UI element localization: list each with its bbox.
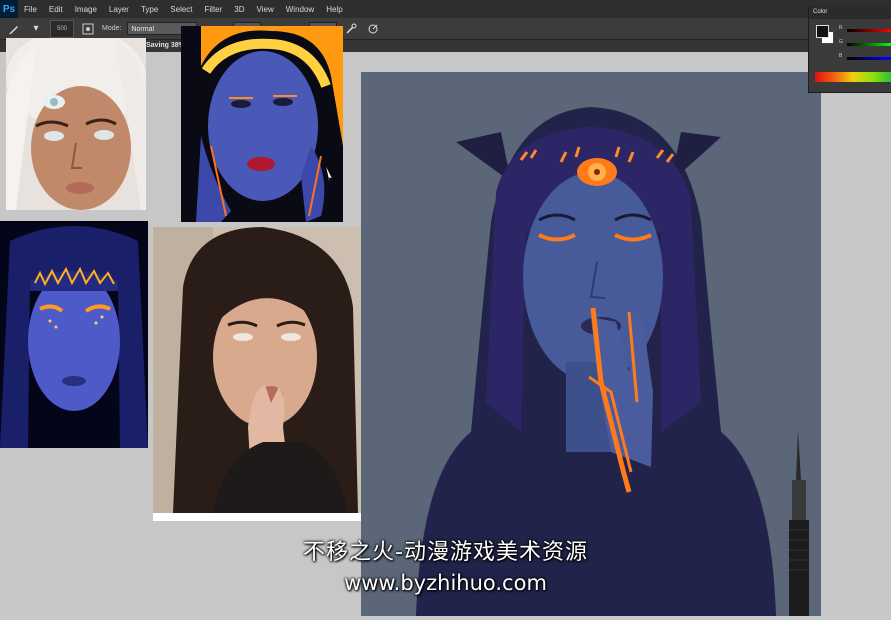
airbrush-icon[interactable]	[343, 22, 359, 36]
green-slider[interactable]: G	[839, 39, 891, 49]
menu-help[interactable]: Help	[320, 5, 348, 14]
chevron-down-icon[interactable]: ▾	[28, 22, 44, 36]
blue-slider[interactable]: B	[839, 53, 891, 63]
menu-view[interactable]: View	[251, 5, 280, 14]
menu-image[interactable]: Image	[69, 5, 103, 14]
watermark-title: 不移之火-动漫游戏美术资源	[303, 540, 588, 565]
menu-bar: Ps File Edit Image Layer Type Select Fil…	[0, 0, 891, 18]
green-slider-track[interactable]	[847, 43, 891, 46]
reference-photo-neon-hair	[181, 26, 343, 222]
options-bar: ▾ 500 Mode: Normal	[0, 18, 891, 40]
red-slider[interactable]: R	[839, 25, 891, 35]
menu-filter[interactable]: Filter	[199, 5, 229, 14]
brush-icon[interactable]	[6, 22, 22, 36]
foreground-color-swatch[interactable]	[816, 25, 829, 38]
red-slider-label: R	[839, 25, 843, 31]
color-panel: Color R G B	[808, 6, 891, 93]
menu-select[interactable]: Select	[164, 5, 198, 14]
red-slider-track[interactable]	[847, 29, 891, 32]
brush-panel-icon[interactable]	[80, 22, 96, 36]
menu-window[interactable]: Window	[280, 5, 320, 14]
tablet-pressure-icon[interactable]	[365, 22, 381, 36]
reference-photo-hand-pose	[153, 227, 366, 521]
blue-slider-label: B	[839, 53, 843, 59]
reference-photo-third-eye	[6, 38, 146, 210]
document-status: Saving 38%	[146, 42, 185, 49]
menu-3d[interactable]: 3D	[228, 5, 250, 14]
menu-edit[interactable]: Edit	[43, 5, 69, 14]
menu-layer[interactable]: Layer	[103, 5, 135, 14]
menu-type[interactable]: Type	[135, 5, 164, 14]
blue-slider-track[interactable]	[847, 57, 891, 60]
color-ramp[interactable]	[815, 72, 891, 82]
watermark-url: www.byzhihuo.com	[344, 571, 547, 595]
brush-size-picker[interactable]: 500	[50, 19, 74, 38]
reference-photo-glitter-lashes	[0, 221, 148, 448]
menu-file[interactable]: File	[18, 5, 43, 14]
green-slider-label: G	[839, 39, 843, 45]
color-panel-tab[interactable]: Color	[809, 6, 891, 19]
mode-label: Mode:	[102, 25, 122, 32]
photoshop-logo: Ps	[0, 0, 18, 18]
